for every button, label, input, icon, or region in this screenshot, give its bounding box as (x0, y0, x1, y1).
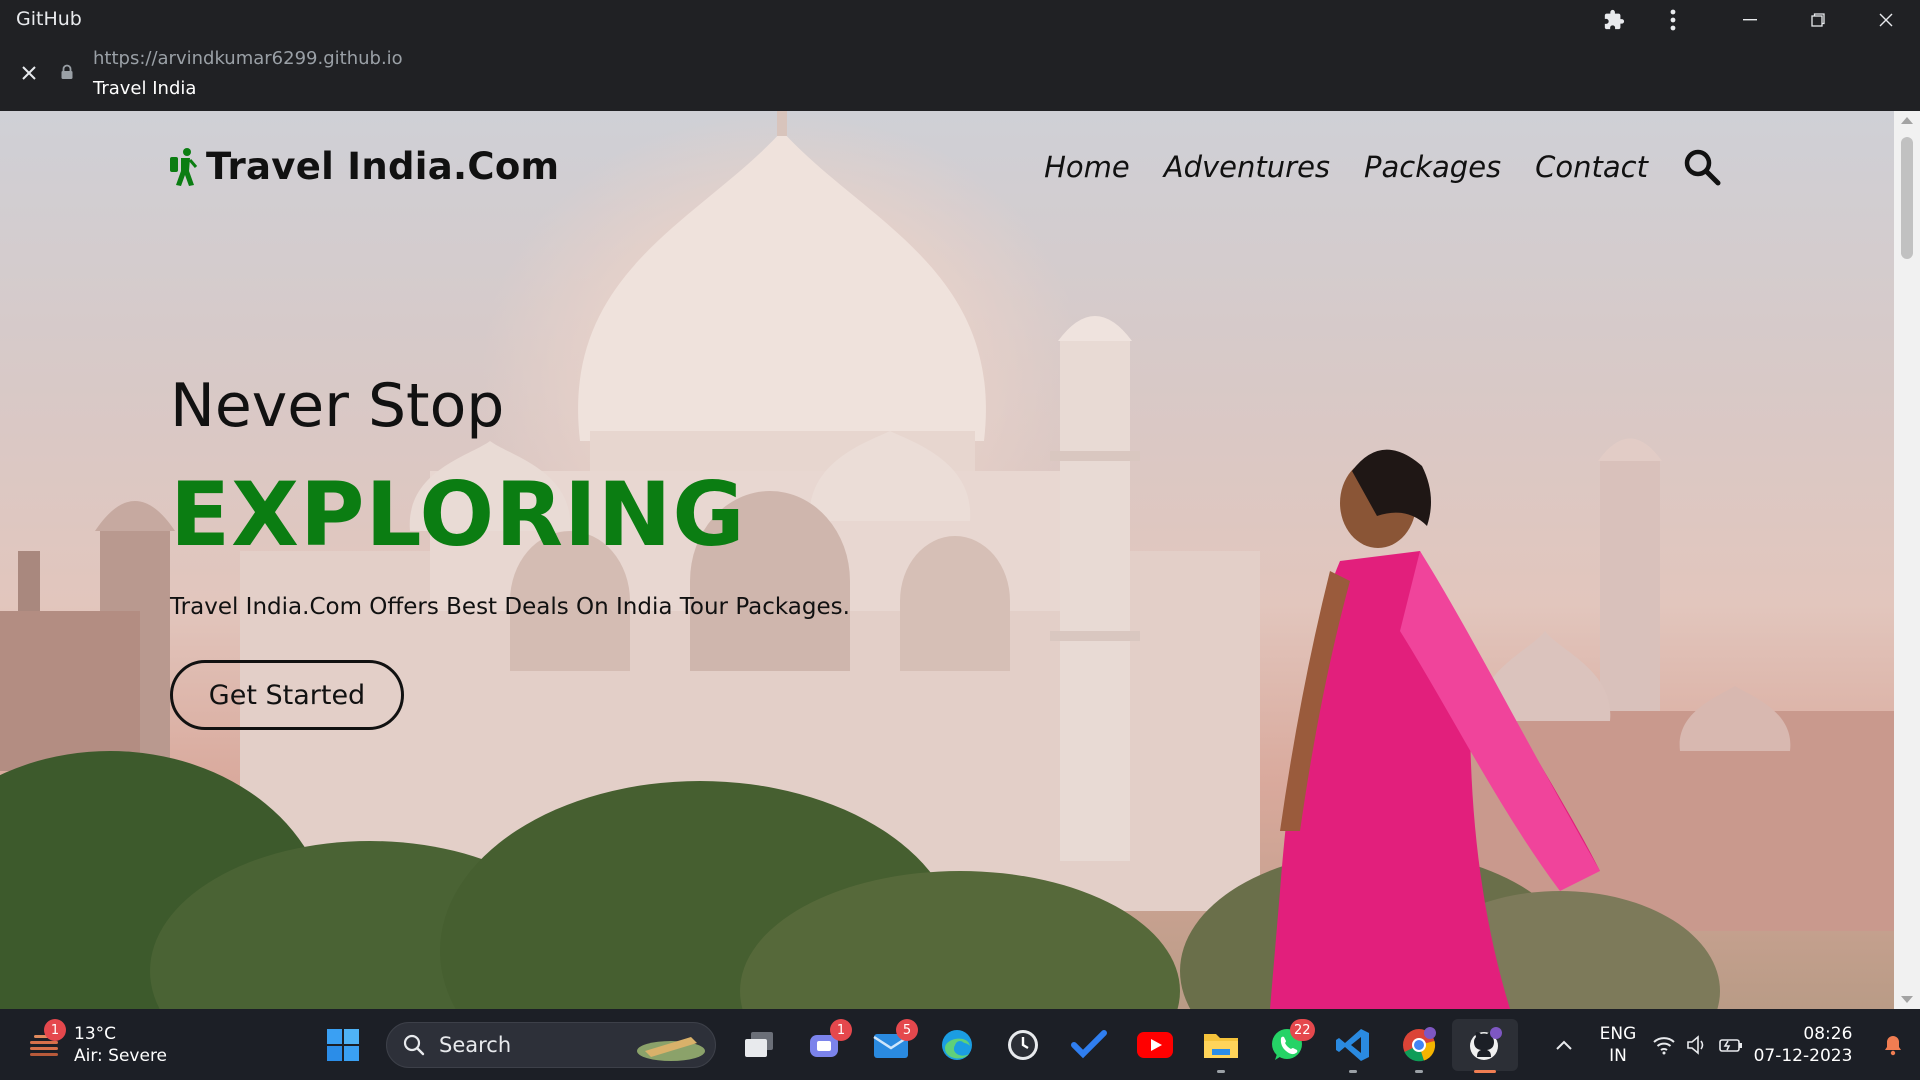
search-icon[interactable] (1682, 147, 1722, 187)
get-started-button[interactable]: Get Started (170, 660, 404, 730)
system-tray: ENG IN 08:26 07-12-2023 (1540, 1009, 1920, 1080)
minimize-button[interactable] (1716, 0, 1784, 40)
close-window-button[interactable] (1852, 0, 1920, 40)
running-indicator (1217, 1070, 1225, 1073)
clock-icon (1008, 1030, 1038, 1060)
hero-heading: EXPLORING (170, 463, 746, 566)
teams-badge: 1 (830, 1019, 852, 1041)
url-text: https://arvindkumar6299.github.io (93, 48, 403, 69)
language-indicator[interactable]: ENG IN (1588, 1023, 1648, 1067)
weather-widget[interactable]: 1 13°C Air: Severe (26, 1019, 168, 1067)
site-logo[interactable]: Travel India.Com (168, 145, 559, 188)
hero-subheading: Never Stop (170, 371, 505, 441)
haze-weather-icon: 1 (26, 1019, 66, 1063)
window-controls (1716, 0, 1920, 40)
search-icon (403, 1034, 425, 1056)
scroll-down-arrow-icon[interactable] (1901, 996, 1913, 1003)
hiker-icon (170, 147, 198, 186)
weather-desc: Air: Severe (74, 1046, 168, 1066)
weather-badge: 1 (44, 1019, 66, 1041)
clock-date[interactable]: 08:26 07-12-2023 (1748, 1023, 1858, 1067)
start-button[interactable] (310, 1019, 376, 1071)
clock-time: 08:26 (1803, 1023, 1853, 1044)
restore-button[interactable] (1784, 0, 1852, 40)
vscode-icon (1336, 1029, 1369, 1061)
task-view-button[interactable] (726, 1019, 792, 1071)
browser-chrome: GitHub https://arvindkumar6299.github.io… (0, 0, 1920, 111)
windows-taskbar: 1 13°C Air: Severe Search 1 5 22 ENG IN … (0, 1009, 1920, 1080)
scroll-up-arrow-icon[interactable] (1901, 117, 1913, 124)
edge-button[interactable] (924, 1019, 990, 1071)
github-icon (1470, 1027, 1502, 1060)
battery-icon (1719, 1038, 1742, 1052)
web-page: Travel India.Com Home Adventures Package… (0, 111, 1894, 1009)
hero-tagline: Travel India.Com Offers Best Deals On In… (170, 594, 850, 620)
extensions-icon[interactable] (1598, 6, 1630, 34)
clock-app-button[interactable] (990, 1019, 1056, 1071)
github-pwa-button[interactable] (1452, 1019, 1518, 1073)
whatsapp-badge: 22 (1290, 1019, 1315, 1041)
chrome-button[interactable] (1386, 1019, 1452, 1073)
scrollbar-thumb[interactable] (1901, 137, 1913, 259)
search-highlight-icon (637, 1037, 705, 1061)
app-title: GitHub (16, 8, 82, 30)
vscode-button[interactable] (1320, 1019, 1386, 1073)
teams-button[interactable]: 1 (792, 1019, 858, 1071)
whatsapp-button[interactable]: 22 (1254, 1019, 1320, 1071)
running-indicator (1349, 1070, 1357, 1073)
folder-icon (1204, 1034, 1238, 1058)
taskbar-apps: Search 1 5 22 (310, 1019, 1518, 1073)
clock-date-text: 07-12-2023 (1753, 1045, 1853, 1066)
nav-packages[interactable]: Packages (1364, 150, 1501, 184)
nav-home[interactable]: Home (1044, 150, 1130, 184)
show-hidden-icons-button[interactable] (1540, 1039, 1588, 1051)
tab-title: Travel India (93, 78, 197, 99)
notifications-button[interactable] (1876, 1034, 1910, 1056)
wifi-icon (1653, 1036, 1675, 1054)
windows-logo-icon (327, 1029, 359, 1061)
nav-adventures[interactable]: Adventures (1164, 150, 1330, 184)
mail-button[interactable]: 5 (858, 1019, 924, 1071)
mail-badge: 5 (896, 1019, 918, 1041)
edge-icon (942, 1030, 972, 1060)
running-indicator (1474, 1070, 1496, 1073)
more-menu-icon[interactable] (1657, 6, 1689, 34)
todo-button[interactable] (1056, 1019, 1122, 1071)
todo-check-icon (1071, 1030, 1107, 1059)
bell-icon (1885, 1035, 1901, 1055)
lang-code: ENG (1599, 1023, 1637, 1044)
task-view-icon (745, 1032, 773, 1057)
close-icon[interactable] (16, 60, 42, 86)
lock-icon[interactable] (60, 64, 76, 82)
site-navbar: Travel India.Com Home Adventures Package… (0, 111, 1894, 221)
search-label: Search (439, 1033, 512, 1057)
main-nav: Home Adventures Packages Contact (1044, 147, 1722, 187)
youtube-icon (1137, 1032, 1173, 1058)
chrome-icon (1403, 1027, 1436, 1062)
hero-section: Never Stop EXPLORING Travel India.Com Of… (170, 371, 850, 730)
weather-temp: 13°C (74, 1024, 117, 1044)
page-scrollbar[interactable] (1894, 111, 1920, 1009)
taskbar-search[interactable]: Search (386, 1022, 716, 1068)
running-indicator (1415, 1070, 1423, 1073)
nav-contact[interactable]: Contact (1535, 150, 1648, 184)
file-explorer-button[interactable] (1188, 1019, 1254, 1073)
youtube-button[interactable] (1122, 1019, 1188, 1071)
logo-text: Travel India.Com (206, 145, 560, 188)
chevron-up-icon (1556, 1040, 1572, 1050)
lang-region: IN (1609, 1045, 1627, 1066)
volume-icon (1687, 1034, 1704, 1055)
quick-settings-button[interactable] (1648, 1034, 1748, 1055)
